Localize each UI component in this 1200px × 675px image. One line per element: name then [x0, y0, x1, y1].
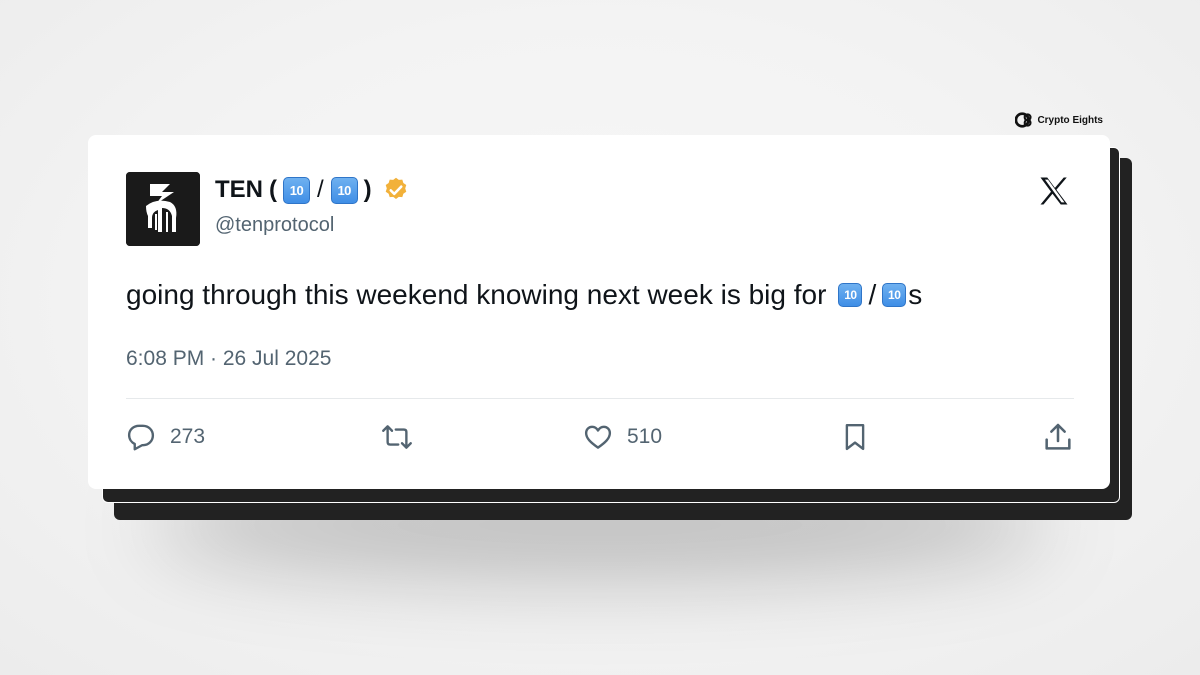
tweet-actions-bar: 273 510	[126, 419, 1074, 455]
divider	[126, 398, 1074, 399]
display-name: TEN	[215, 176, 263, 203]
ten-protocol-logo-icon	[126, 172, 200, 246]
display-name-row[interactable]: TEN ( 10 / 10 )	[215, 176, 410, 204]
keycap-ten-icon: 10	[330, 176, 358, 204]
reply-button[interactable]: 273	[126, 419, 205, 455]
like-count: 510	[627, 425, 663, 448]
share-icon	[1045, 423, 1071, 450]
user-handle[interactable]: @tenprotocol	[215, 214, 334, 237]
x-logo-icon[interactable]	[1036, 173, 1072, 209]
tweet-text-slash: /	[868, 279, 877, 310]
name-slash: /	[317, 176, 324, 203]
brand-label: Crypto Eights	[1037, 114, 1103, 126]
heart-icon	[584, 425, 612, 449]
crypto-eights-logo-icon	[1015, 112, 1032, 128]
retweet-button[interactable]	[381, 419, 413, 455]
name-open-paren: (	[269, 176, 277, 203]
tweet-timestamp[interactable]: 6:08 PM · 26 Jul 2025	[126, 347, 331, 371]
share-button[interactable]	[1042, 419, 1074, 455]
tweet-text-suffix: s	[908, 279, 923, 310]
avatar[interactable]	[126, 172, 200, 246]
like-button[interactable]: 510	[583, 419, 662, 455]
tweet-text: going through this weekend knowing next …	[126, 279, 922, 311]
keycap-ten-icon: 10	[838, 283, 863, 307]
tweet-text-main: going through this weekend knowing next …	[126, 279, 827, 310]
brand-watermark: Crypto Eights	[1015, 111, 1103, 129]
reply-count: 273	[170, 425, 206, 448]
tweet-card: TEN ( 10 / 10 ) @tenprotocol going throu…	[88, 135, 1110, 489]
keycap-ten-icon: 10	[882, 283, 907, 307]
keycap-ten-icon: 10	[283, 176, 310, 204]
bookmark-button[interactable]	[840, 419, 870, 455]
reply-icon	[127, 424, 155, 451]
name-close-paren: )	[363, 176, 372, 203]
bookmark-icon	[845, 423, 865, 451]
verified-badge-icon	[385, 177, 406, 199]
retweet-icon	[382, 425, 412, 449]
